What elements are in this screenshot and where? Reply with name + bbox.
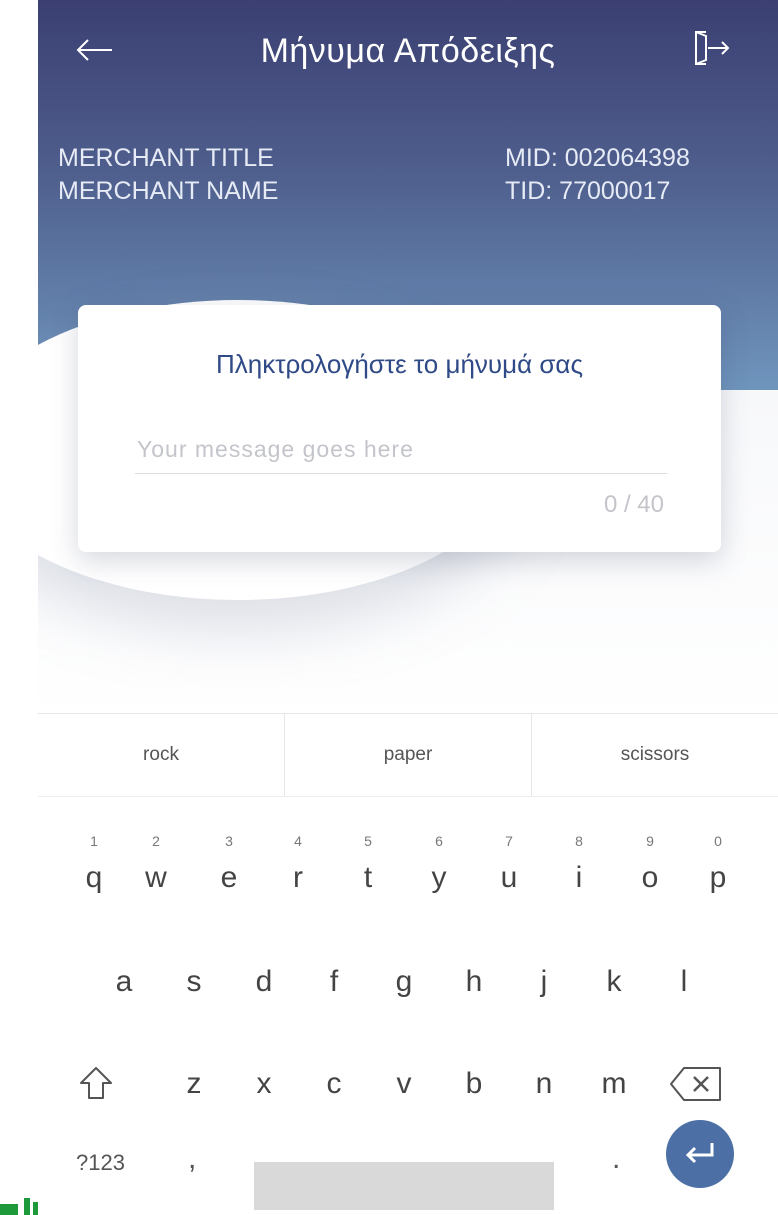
key-t[interactable]: 5t xyxy=(338,833,398,899)
merchant-info: MERCHANT TITLE MERCHANT NAME xyxy=(58,142,278,208)
key-period[interactable]: . xyxy=(612,1142,620,1176)
key-r[interactable]: 4r xyxy=(268,833,328,899)
key-e[interactable]: 3e xyxy=(199,833,259,899)
terminal-info: MID: 002064398 TID: 77000017 xyxy=(505,142,690,208)
app-screen: Μήνυμα Απόδειξης MERCHANT TITLE MERCHANT… xyxy=(38,0,778,1215)
merchant-name: MERCHANT NAME xyxy=(58,177,279,205)
key-s[interactable]: s xyxy=(164,965,224,999)
shift-icon[interactable] xyxy=(76,1063,116,1103)
key-y[interactable]: 6y xyxy=(409,833,469,899)
key-u[interactable]: 7u xyxy=(479,833,539,899)
suggestion-item[interactable]: paper xyxy=(284,714,531,796)
key-g[interactable]: g xyxy=(374,965,434,999)
symbols-key[interactable]: ?123 xyxy=(76,1150,125,1176)
merchant-title: MERCHANT TITLE xyxy=(58,144,274,172)
terminal-id: TID: 77000017 xyxy=(505,177,671,205)
key-h[interactable]: h xyxy=(444,965,504,999)
backspace-icon[interactable] xyxy=(668,1064,724,1104)
page-title: Μήνυμα Απόδειξης xyxy=(260,32,556,70)
suggestion-item[interactable]: rock xyxy=(38,714,284,796)
key-b[interactable]: b xyxy=(444,1067,504,1101)
key-k[interactable]: k xyxy=(584,965,644,999)
merchant-id: MID: 002064398 xyxy=(505,144,690,172)
message-card: Πληκτρολογήστε το μήνυμά σας 0 / 40 xyxy=(78,305,721,552)
card-title: Πληκτρολογήστε το μήνυμά σας xyxy=(215,349,583,379)
message-input[interactable] xyxy=(135,431,667,474)
enter-key[interactable] xyxy=(666,1120,734,1188)
character-counter: 0 / 40 xyxy=(603,491,664,518)
suggestion-item[interactable]: scissors xyxy=(531,714,778,796)
key-comma[interactable]: , xyxy=(188,1142,196,1176)
key-v[interactable]: v xyxy=(374,1067,434,1101)
green-corner-mark xyxy=(0,1198,38,1215)
key-m[interactable]: m xyxy=(584,1067,644,1101)
enter-icon xyxy=(685,1143,714,1164)
key-q[interactable]: 1q xyxy=(64,833,124,899)
key-c[interactable]: c xyxy=(304,1067,364,1101)
key-w[interactable]: 2w xyxy=(126,833,186,899)
key-f[interactable]: f xyxy=(304,965,364,999)
exit-door-icon[interactable] xyxy=(688,26,732,70)
key-o[interactable]: 9o xyxy=(620,833,680,899)
spacebar[interactable] xyxy=(254,1162,554,1210)
soft-keyboard: rock paper scissors xyxy=(38,713,778,1215)
key-x[interactable]: x xyxy=(234,1067,294,1101)
key-l[interactable]: l xyxy=(654,965,714,999)
suggestion-bar: rock paper scissors xyxy=(38,713,778,797)
key-p[interactable]: 0p xyxy=(688,833,748,899)
key-z[interactable]: z xyxy=(164,1067,224,1101)
key-a[interactable]: a xyxy=(94,965,154,999)
key-n[interactable]: n xyxy=(514,1067,574,1101)
key-j[interactable]: j xyxy=(514,965,574,999)
key-i[interactable]: 8i xyxy=(549,833,609,899)
key-d[interactable]: d xyxy=(234,965,294,999)
